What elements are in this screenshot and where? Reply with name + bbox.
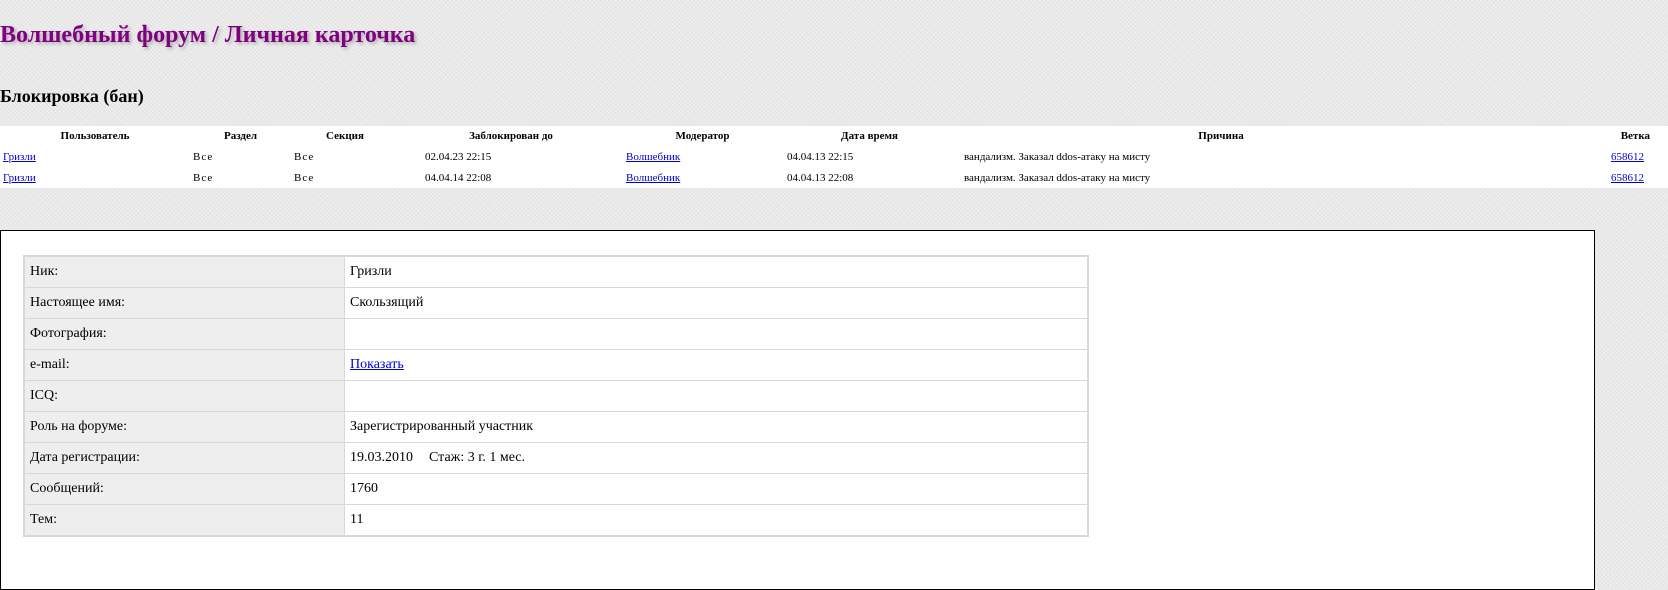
profile-value-messages: 1760: [344, 473, 1089, 505]
table-row: Гризли Все Все 02.04.23 22:15 Волшебник …: [0, 146, 1668, 167]
profile-value-nick: Гризли: [344, 255, 1089, 288]
ban-section-cell: Все: [294, 171, 315, 184]
profile-row-photo: Фотография:: [23, 318, 1089, 350]
ban-user-link[interactable]: Гризли: [3, 151, 36, 163]
profile-label: Фотография:: [23, 318, 345, 350]
ban-datetime-cell: 04.04.13 22:08: [787, 171, 854, 184]
ban-blocked-until-cell: 02.04.23 22:15: [425, 150, 492, 163]
profile-label: e-mail:: [23, 349, 345, 381]
ban-reason-cell: вандализм. Заказал ddos-атаку на мисту: [964, 171, 1151, 184]
profile-row-role: Роль на форуме: Зарегистрированный участ…: [23, 411, 1089, 443]
profile-label: Настоящее имя:: [23, 287, 345, 319]
column-header-blocked-until: Заблокирован до: [469, 130, 553, 142]
ban-datetime-cell: 04.04.13 22:15: [787, 150, 854, 163]
profile-label: Ник:: [23, 255, 345, 288]
profile-value-topics: 11: [344, 504, 1089, 537]
ban-razdel-cell: Все: [193, 171, 214, 184]
ban-razdel-cell: Все: [193, 150, 214, 163]
profile-label: Роль на форуме:: [23, 411, 345, 443]
ban-table-header-row: Пользователь Раздел Секция Заблокирован …: [0, 126, 1668, 146]
ban-thread-link[interactable]: 658612: [1611, 172, 1644, 184]
column-header-user: Пользователь: [60, 130, 130, 142]
ban-reason-cell: вандализм. Заказал ddos-атаку на мисту: [964, 150, 1151, 163]
profile-row-nick: Ник: Гризли: [23, 255, 1089, 288]
profile-value-role: Зарегистрированный участник: [344, 411, 1089, 443]
profile-value-registration: 19.03.2010 Стаж: 3 г. 1 мес.: [344, 442, 1089, 474]
profile-value-real-name: Скользящий: [344, 287, 1089, 319]
ban-blocked-until-cell: 04.04.14 22:08: [425, 171, 492, 184]
column-header-razdel: Раздел: [223, 130, 258, 142]
ban-moderator-link[interactable]: Волшебник: [626, 151, 680, 163]
page-title: Волшебный форум / Личная карточка: [0, 22, 416, 48]
column-header-datetime: Дата время: [841, 130, 898, 142]
profile-value-email: Показать: [344, 349, 1089, 381]
ban-thread-link[interactable]: 658612: [1611, 151, 1644, 163]
profile-row-email: e-mail: Показать: [23, 349, 1089, 381]
table-row: Гризли Все Все 04.04.14 22:08 Волшебник …: [0, 167, 1668, 188]
ban-table: Пользователь Раздел Секция Заблокирован …: [0, 126, 1668, 188]
profile-row-topics: Тем: 11: [23, 504, 1089, 537]
column-header-section: Секция: [326, 130, 364, 142]
column-header-moderator: Модератор: [675, 130, 730, 142]
ban-section-title: Блокировка (бан): [0, 86, 144, 106]
profile-label: Тем:: [23, 504, 345, 537]
profile-row-icq: ICQ:: [23, 380, 1089, 412]
profile-row-real-name: Настоящее имя: Скользящий: [23, 287, 1089, 319]
profile-value-photo: [344, 318, 1089, 350]
registration-date: 19.03.2010: [350, 450, 413, 465]
profile-row-messages: Сообщений: 1760: [23, 473, 1089, 505]
ban-moderator-link[interactable]: Волшебник: [626, 172, 680, 184]
show-email-link[interactable]: Показать: [350, 357, 404, 372]
profile-value-icq: [344, 380, 1089, 412]
membership-duration: Стаж: 3 г. 1 мес.: [429, 450, 526, 465]
profile-table: Ник: Гризли Настоящее имя: Скользящий Фо…: [23, 255, 1089, 537]
ban-table-container: Пользователь Раздел Секция Заблокирован …: [0, 126, 1668, 188]
profile-label: Сообщений:: [23, 473, 345, 505]
column-header-thread: Ветка: [1620, 130, 1650, 142]
profile-card: Ник: Гризли Настоящее имя: Скользящий Фо…: [0, 230, 1595, 590]
column-header-reason: Причина: [1198, 130, 1244, 142]
ban-user-link[interactable]: Гризли: [3, 172, 36, 184]
profile-label: Дата регистрации:: [23, 442, 345, 474]
ban-section-cell: Все: [294, 150, 315, 163]
profile-row-registration: Дата регистрации: 19.03.2010 Стаж: 3 г. 1…: [23, 442, 1089, 474]
profile-label: ICQ:: [23, 380, 345, 412]
